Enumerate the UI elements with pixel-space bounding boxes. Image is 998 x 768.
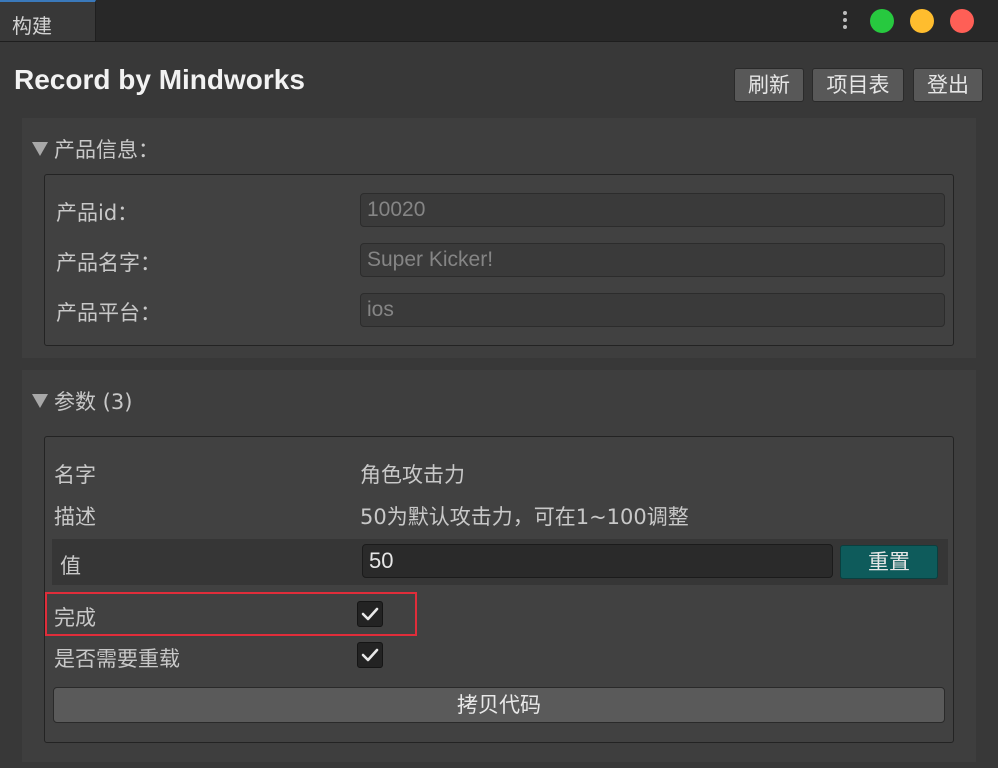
product-name-field: Super Kicker! [360, 243, 945, 277]
product-info-foldout[interactable]: 产品信息： [32, 134, 159, 164]
tab-build[interactable]: 构建 [0, 0, 96, 41]
reset-button[interactable]: 重置 [840, 545, 938, 579]
param-value-label: 值 [60, 554, 81, 578]
project-list-button[interactable]: 项目表 [812, 68, 904, 102]
product-name-label: 产品名字： [56, 251, 161, 275]
copy-code-button[interactable]: 拷贝代码 [53, 687, 945, 723]
kebab-menu-icon[interactable] [838, 9, 852, 33]
refresh-button[interactable]: 刷新 [734, 68, 804, 102]
product-platform-label: 产品平台： [56, 301, 161, 325]
param-value-input[interactable]: 50 [362, 544, 833, 578]
param-desc-label: 描述 [54, 505, 96, 529]
reload-checkbox[interactable] [357, 642, 383, 668]
window-close-button[interactable] [950, 9, 974, 33]
param-desc-value: 50为默认攻击力，可在1~100调整 [360, 505, 689, 529]
params-heading: 参数 (3) [54, 390, 133, 414]
param-name-value: 角色攻击力 [360, 463, 465, 487]
product-platform-field: ios [360, 293, 945, 327]
product-id-field: 10020 [360, 193, 945, 227]
checkmark-icon [361, 648, 379, 662]
foldout-triangle-icon [32, 142, 48, 156]
reload-label: 是否需要重载 [54, 647, 180, 671]
param-name-label: 名字 [54, 463, 96, 487]
window-minimize-button[interactable] [910, 9, 934, 33]
window-maximize-button[interactable] [870, 9, 894, 33]
product-info-heading: 产品信息： [54, 138, 159, 162]
tab-label: 构建 [12, 14, 52, 38]
logout-button[interactable]: 登出 [913, 68, 983, 102]
product-id-label: 产品id： [56, 201, 139, 225]
foldout-triangle-icon [32, 394, 48, 408]
tab-bar: 构建 [0, 0, 998, 42]
highlight-box [45, 592, 417, 636]
params-foldout[interactable]: 参数 (3) [32, 386, 132, 416]
app-title: Record by Mindworks [14, 64, 305, 95]
